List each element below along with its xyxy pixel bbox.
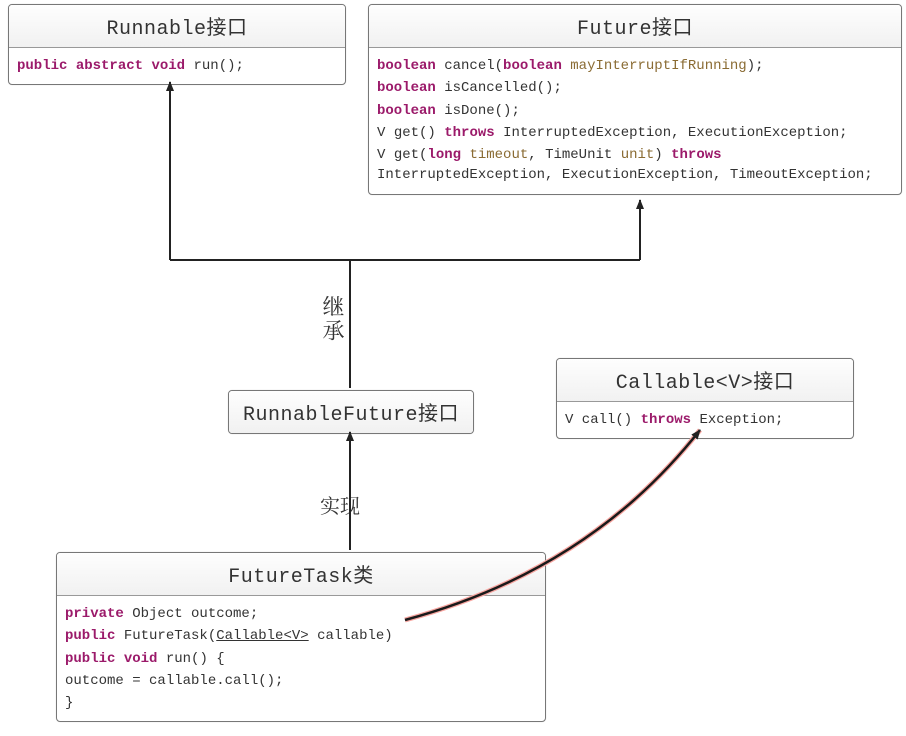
label-implement: 实现 (320, 490, 360, 519)
futuretask-line-1: private Object outcome; (65, 604, 537, 624)
future-title: Future接口 (369, 5, 901, 48)
future-line-4: V get() throws InterruptedException, Exe… (377, 123, 893, 143)
futuretask-line-3: public void run() { (65, 649, 537, 669)
callable-body: V call() throws Exception; (557, 402, 853, 438)
future-body: boolean cancel(boolean mayInterruptIfRun… (369, 48, 901, 194)
runnable-interface-box: Runnable接口 public abstract void run(); (8, 4, 346, 85)
futuretask-line-2: public FutureTask(Callable<V> callable) (65, 626, 537, 646)
future-interface-box: Future接口 boolean cancel(boolean mayInter… (368, 4, 902, 195)
future-line-1: boolean cancel(boolean mayInterruptIfRun… (377, 56, 893, 76)
runnablefuture-title: RunnableFuture接口 (229, 391, 473, 433)
futuretask-body: private Object outcome; public FutureTas… (57, 596, 545, 721)
runnable-line-1: public abstract void run(); (17, 56, 337, 76)
futuretask-class-box: FutureTask类 private Object outcome; publ… (56, 552, 546, 722)
callable-line-1: V call() throws Exception; (565, 410, 845, 430)
label-inherit: 继承 (318, 295, 349, 343)
future-line-3: boolean isDone(); (377, 101, 893, 121)
futuretask-line-4: outcome = callable.call(); (65, 671, 537, 691)
futuretask-line-5: } (65, 693, 537, 713)
callable-title: Callable<V>接口 (557, 359, 853, 402)
future-line-2: boolean isCancelled(); (377, 78, 893, 98)
runnable-body: public abstract void run(); (9, 48, 345, 84)
future-line-5: V get(long timeout, TimeUnit unit) throw… (377, 145, 893, 186)
runnablefuture-interface-box: RunnableFuture接口 (228, 390, 474, 434)
callable-interface-box: Callable<V>接口 V call() throws Exception; (556, 358, 854, 439)
futuretask-title: FutureTask类 (57, 553, 545, 596)
runnable-title: Runnable接口 (9, 5, 345, 48)
